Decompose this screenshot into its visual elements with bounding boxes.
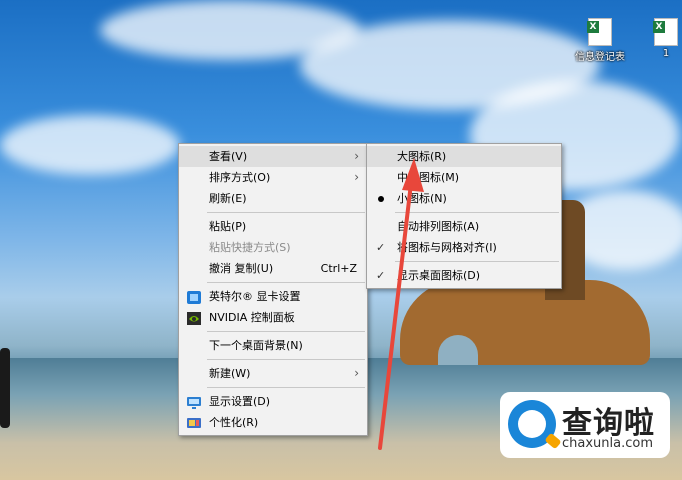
watermark-url: chaxunla.com (562, 436, 653, 451)
watermark-logo: 查询啦 chaxunla.com (500, 392, 670, 458)
search-logo-icon (508, 400, 562, 450)
